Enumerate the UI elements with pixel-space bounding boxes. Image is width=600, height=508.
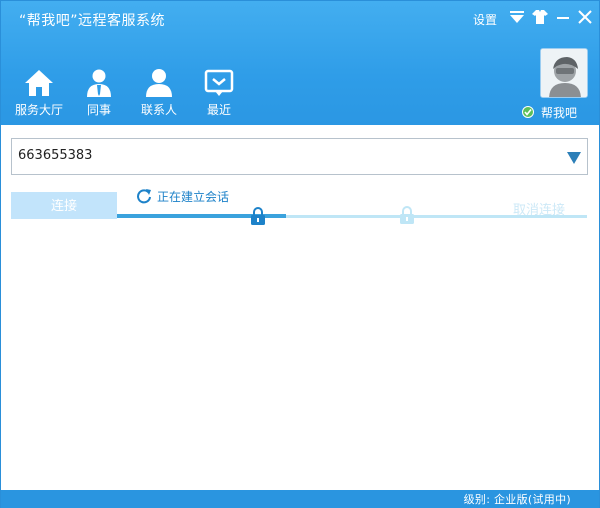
home-icon bbox=[25, 70, 53, 96]
status-text: 正在建立会话 bbox=[157, 190, 230, 204]
main-nav: 服务大厅 同事 联系人 最近 bbox=[9, 65, 249, 123]
settings-button[interactable]: 设置 bbox=[473, 11, 497, 28]
user-status: 帮我吧 bbox=[522, 104, 592, 120]
minimize-icon[interactable] bbox=[553, 7, 573, 27]
nav-label: 最近 bbox=[206, 103, 231, 117]
nav-item-recent[interactable]: 最近 bbox=[189, 65, 249, 123]
recent-chat-icon bbox=[204, 69, 234, 96]
cancel-connection-button[interactable]: 取消连接 bbox=[513, 199, 565, 218]
close-icon[interactable] bbox=[575, 7, 595, 27]
header-bar: “帮我吧”远程客服系统 设置 服务大厅 同事 联系人 最近 帮我吧 bbox=[1, 1, 599, 125]
avatar[interactable] bbox=[540, 48, 588, 98]
dropdown-icon[interactable] bbox=[507, 7, 527, 27]
chevron-down-icon[interactable] bbox=[566, 151, 582, 165]
contact-icon bbox=[146, 69, 172, 97]
status-bar: 级别: 企业版(试用中) bbox=[1, 490, 599, 508]
online-check-icon bbox=[522, 106, 534, 118]
lock-icon bbox=[251, 207, 265, 225]
username-label: 帮我吧 bbox=[541, 106, 578, 120]
nav-label: 联系人 bbox=[140, 103, 177, 117]
refresh-icon bbox=[137, 189, 151, 204]
nav-item-colleagues[interactable]: 同事 bbox=[69, 65, 129, 123]
shirt-icon[interactable] bbox=[530, 7, 550, 27]
nav-label: 同事 bbox=[86, 103, 111, 117]
connect-button[interactable]: 连接 bbox=[11, 192, 117, 219]
nav-item-service-hall[interactable]: 服务大厅 bbox=[9, 65, 69, 123]
edition-label: 级别: 企业版(试用中) bbox=[463, 493, 571, 506]
colleague-icon bbox=[87, 69, 111, 97]
nav-item-contacts[interactable]: 联系人 bbox=[129, 65, 189, 123]
window-title: “帮我吧”远程客服系统 bbox=[19, 13, 166, 29]
nav-label: 服务大厅 bbox=[14, 103, 63, 117]
lock-icon bbox=[400, 206, 414, 224]
remote-id-combobox[interactable] bbox=[11, 138, 588, 175]
remote-id-input[interactable] bbox=[18, 148, 548, 163]
main-window: “帮我吧”远程客服系统 设置 服务大厅 同事 联系人 最近 帮我吧 663655… bbox=[0, 0, 600, 508]
user-avatar-icon bbox=[541, 49, 587, 97]
